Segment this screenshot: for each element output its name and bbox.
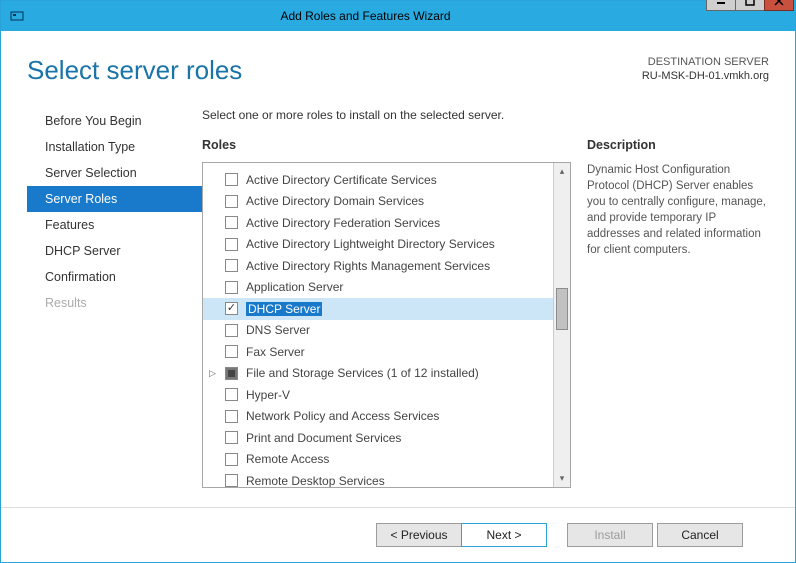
role-item[interactable]: Active Directory Lightweight Directory S… xyxy=(203,234,553,256)
role-item[interactable]: Active Directory Federation Services xyxy=(203,212,553,234)
role-checkbox[interactable] xyxy=(225,302,238,315)
wizard-steps-sidebar: Before You BeginInstallation TypeServer … xyxy=(27,108,202,501)
instruction-text: Select one or more roles to install on t… xyxy=(202,108,769,122)
role-label: DHCP Server xyxy=(246,302,322,316)
cancel-button[interactable]: Cancel xyxy=(657,523,743,547)
role-checkbox[interactable] xyxy=(225,388,238,401)
role-checkbox[interactable] xyxy=(225,345,238,358)
wizard-step[interactable]: DHCP Server xyxy=(27,238,202,264)
role-checkbox[interactable] xyxy=(225,195,238,208)
main-panel: Select one or more roles to install on t… xyxy=(202,108,769,501)
role-label: Print and Document Services xyxy=(246,431,401,445)
description-heading: Description xyxy=(587,138,769,152)
wizard-step[interactable]: Confirmation xyxy=(27,264,202,290)
role-label: Remote Desktop Services xyxy=(246,474,385,487)
role-checkbox[interactable] xyxy=(225,410,238,423)
role-item[interactable]: Active Directory Certificate Services xyxy=(203,169,553,191)
install-button[interactable]: Install xyxy=(567,523,653,547)
nav-button-group: < Previous Next > xyxy=(376,523,547,547)
scroll-down-button[interactable]: ▾ xyxy=(554,470,570,487)
content-area: Select server roles DESTINATION SERVER R… xyxy=(1,31,795,562)
role-checkbox[interactable] xyxy=(225,431,238,444)
role-item[interactable]: Print and Document Services xyxy=(203,427,553,449)
wizard-step[interactable]: Server Selection xyxy=(27,160,202,186)
titlebar: Add Roles and Features Wizard xyxy=(1,1,795,31)
wizard-step[interactable]: Server Roles xyxy=(27,186,202,212)
role-item[interactable]: Hyper-V xyxy=(203,384,553,406)
role-checkbox[interactable] xyxy=(225,259,238,272)
role-item[interactable]: Active Directory Domain Services xyxy=(203,191,553,213)
previous-button[interactable]: < Previous xyxy=(376,523,462,547)
window-title: Add Roles and Features Wizard xyxy=(25,9,706,23)
role-item[interactable]: DHCP Server xyxy=(203,298,553,320)
role-item[interactable]: Application Server xyxy=(203,277,553,299)
role-checkbox[interactable] xyxy=(225,216,238,229)
footer: < Previous Next > Install Cancel xyxy=(27,508,769,562)
wizard-step: Results xyxy=(27,290,202,316)
app-icon xyxy=(9,8,25,24)
roles-listbox: Active Directory Certificate Services Act… xyxy=(202,162,571,488)
minimize-button[interactable] xyxy=(706,0,736,11)
role-label: Active Directory Lightweight Directory S… xyxy=(246,237,495,251)
role-item[interactable]: Remote Access xyxy=(203,449,553,471)
role-label: Fax Server xyxy=(246,345,305,359)
next-button[interactable]: Next > xyxy=(461,523,547,547)
window-buttons xyxy=(706,0,794,11)
expand-icon[interactable]: ▷ xyxy=(209,368,216,379)
role-label: Network Policy and Access Services xyxy=(246,409,439,423)
role-checkbox[interactable] xyxy=(225,173,238,186)
role-label: DNS Server xyxy=(246,323,310,337)
role-label: File and Storage Services (1 of 12 insta… xyxy=(246,366,479,380)
destination-name: RU-MSK-DH-01.vmkh.org xyxy=(642,69,769,83)
maximize-button[interactable] xyxy=(735,0,765,11)
role-checkbox[interactable] xyxy=(225,281,238,294)
destination-label: DESTINATION SERVER xyxy=(642,55,769,69)
role-checkbox[interactable] xyxy=(225,474,238,487)
role-item[interactable]: Fax Server xyxy=(203,341,553,363)
description-text: Dynamic Host Configuration Protocol (DHC… xyxy=(587,162,769,259)
role-item[interactable]: Network Policy and Access Services xyxy=(203,406,553,428)
close-button[interactable] xyxy=(764,0,794,11)
role-checkbox[interactable] xyxy=(225,238,238,251)
role-label: Active Directory Rights Management Servi… xyxy=(246,259,490,273)
role-label: Application Server xyxy=(246,280,343,294)
role-label: Active Directory Certificate Services xyxy=(246,173,437,187)
role-label: Remote Access xyxy=(246,452,329,466)
page-title: Select server roles xyxy=(27,55,242,86)
scroll-up-button[interactable]: ▴ xyxy=(554,163,570,180)
role-checkbox[interactable] xyxy=(225,453,238,466)
role-item[interactable]: ▷ File and Storage Services (1 of 12 inst… xyxy=(203,363,553,385)
role-item[interactable]: DNS Server xyxy=(203,320,553,342)
scrollbar[interactable]: ▴ ▾ xyxy=(553,163,570,487)
scroll-track[interactable] xyxy=(554,180,570,470)
role-item[interactable]: Active Directory Rights Management Servi… xyxy=(203,255,553,277)
role-label: Active Directory Domain Services xyxy=(246,194,424,208)
role-checkbox[interactable] xyxy=(225,367,238,380)
wizard-window: Add Roles and Features Wizard Select ser… xyxy=(0,0,796,563)
wizard-step[interactable]: Features xyxy=(27,212,202,238)
wizard-step[interactable]: Before You Begin xyxy=(27,108,202,134)
role-label: Active Directory Federation Services xyxy=(246,216,440,230)
destination-info: DESTINATION SERVER RU-MSK-DH-01.vmkh.org xyxy=(642,55,769,84)
role-label: Hyper-V xyxy=(246,388,290,402)
wizard-step[interactable]: Installation Type xyxy=(27,134,202,160)
role-checkbox[interactable] xyxy=(225,324,238,337)
roles-list[interactable]: Active Directory Certificate Services Act… xyxy=(203,163,553,487)
roles-heading: Roles xyxy=(202,138,571,152)
scroll-thumb[interactable] xyxy=(556,288,568,330)
role-item[interactable]: Remote Desktop Services xyxy=(203,470,553,487)
